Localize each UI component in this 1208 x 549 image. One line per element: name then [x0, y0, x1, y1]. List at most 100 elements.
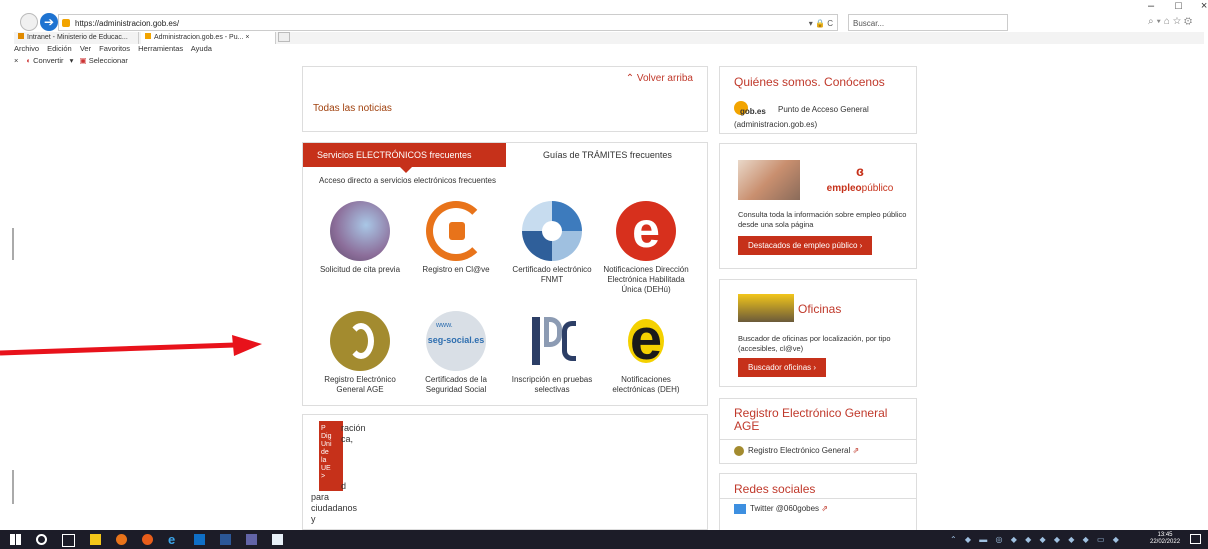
service-label: Certificado electrónico FNMT — [512, 265, 592, 284]
service-registro-age[interactable]: Registro Electrónico General AGE — [315, 311, 405, 395]
home-icon[interactable]: ⌂ — [1164, 16, 1173, 27]
twitter-label: Twitter @060gobes — [750, 504, 820, 514]
tab-servicios-electronicos[interactable]: Servicios ELECTRÓNICOS frecuentes — [303, 143, 506, 167]
all-news-link[interactable]: Todas las noticias — [313, 103, 392, 114]
word-icon[interactable] — [220, 534, 231, 545]
menu-herramientas[interactable]: Herramientas — [138, 44, 183, 53]
internet-explorer-icon[interactable]: e — [168, 533, 179, 546]
gob-es-logo: gob.es — [734, 101, 766, 119]
window-controls: – □ × — [1148, 0, 1207, 12]
firefox-icon[interactable] — [142, 534, 153, 545]
tab-label: Guías de TRÁMITES frecuentes — [543, 150, 672, 160]
clock[interactable]: 13:45 22/02/2022 — [1150, 532, 1180, 546]
news-card: ⌃ Volver arriba Todas las noticias — [302, 66, 708, 132]
new-tab-button[interactable] — [277, 32, 290, 43]
tab-favicon-icon — [144, 33, 151, 39]
menu-ayuda[interactable]: Ayuda — [191, 44, 212, 53]
search-icon[interactable] — [36, 534, 47, 545]
tab-guias-tramites[interactable]: Guías de TRÁMITES frecuentes — [506, 143, 709, 167]
twitter-link[interactable]: Twitter @060gobes ⇗ — [734, 504, 828, 514]
twitter-icon — [734, 504, 746, 514]
task-view-icon[interactable] — [62, 534, 75, 547]
promo-text-line: y — [311, 514, 316, 524]
service-deh[interactable]: e Notificaciones electrónicas (DEH) — [601, 311, 691, 395]
about-title[interactable]: Quiénes somos. Conócenos — [734, 75, 885, 89]
service-dehu[interactable]: e Notificaciones Dirección Electrónica H… — [601, 201, 691, 295]
teams-icon[interactable] — [246, 534, 257, 545]
search-placeholder: Buscar... — [853, 19, 885, 28]
registro-title[interactable]: Registro Electrónico General AGE — [734, 407, 914, 433]
service-label: Notificaciones electrónicas (DEH) — [612, 375, 680, 394]
oficinas-title[interactable]: Oficinas — [798, 302, 841, 316]
system-tray: ⌃ ◆ ▬ ◎ ◆ ◆ ◆ ◆ ◆ ◆ ▭ ◆ — [950, 535, 1122, 544]
registro-card: Registro Electrónico General AGE Registr… — [719, 398, 917, 464]
windows-start-icon[interactable] — [10, 534, 21, 545]
empleo-photo — [738, 160, 800, 200]
promo-text: ración ca, d para ciudadanos y — [311, 423, 391, 525]
registro-link[interactable]: Registro Electrónico General ⇗ — [734, 446, 859, 456]
file-explorer-icon[interactable] — [90, 534, 101, 545]
command-bar: × ◐ Convertir ▾ ▣ Seleccionar — [14, 56, 128, 65]
menu-edicion[interactable]: Edición — [47, 44, 72, 53]
tab-administracion[interactable]: Administracion.gob.es - Pu... × — [140, 32, 276, 44]
empleo-logo-text2: público — [861, 183, 894, 194]
close-toolbar-button[interactable]: × — [14, 56, 18, 65]
app-icon[interactable] — [116, 534, 127, 545]
oficinas-button[interactable]: Buscador oficinas › — [738, 358, 827, 377]
star-icon[interactable]: ☆ — [1173, 16, 1184, 27]
fnmt-icon — [522, 201, 582, 261]
empleo-logo-icon: ɞ — [856, 163, 864, 179]
convert-button[interactable]: Convertir — [33, 56, 63, 65]
search-input[interactable]: Buscar... — [848, 14, 1008, 31]
oficinas-button-label: Buscador oficinas — [748, 363, 812, 372]
empleo-button[interactable]: Destacados de empleo público › — [738, 236, 873, 255]
outlook-icon[interactable] — [194, 534, 205, 545]
red-arrow-annotation — [0, 335, 262, 356]
tab-intranet[interactable]: Intranet - Ministerio de Educac... — [14, 32, 139, 44]
minimize-button[interactable]: – — [1148, 0, 1154, 12]
back-to-top-label: Volver arriba — [636, 73, 693, 84]
forward-button[interactable]: ➔ — [40, 13, 58, 31]
about-line1[interactable]: Punto de Acceso General — [778, 105, 869, 114]
tab-label: Administracion.gob.es - Pu... × — [153, 34, 250, 41]
menu-archivo[interactable]: Archivo — [14, 44, 39, 53]
service-pruebas-selectivas[interactable]: Inscripción en pruebas selectivas — [507, 311, 597, 395]
oficinas-description: Buscador de oficinas por localización, p… — [738, 334, 891, 353]
ips-icon — [522, 311, 582, 371]
close-window-button[interactable]: × — [1201, 0, 1207, 12]
site-favicon-icon — [62, 19, 70, 27]
redes-title: Redes sociales — [734, 482, 816, 496]
service-cita-previa[interactable]: Solicitud de cita previa — [315, 201, 405, 275]
back-to-top-link[interactable]: ⌃ Volver arriba — [626, 73, 693, 84]
settings-icon[interactable]: ⚙ — [1184, 16, 1195, 27]
dehu-icon: e — [616, 201, 676, 261]
notification-icon[interactable] — [1190, 534, 1201, 544]
chevron-down-icon[interactable]: ▾ — [70, 56, 74, 65]
back-button[interactable] — [20, 13, 38, 31]
empleo-logo-text: empleo — [826, 183, 862, 194]
tab-label: Intranet - Ministerio de Educac... — [27, 34, 128, 41]
menu-favoritos[interactable]: Favoritos — [99, 44, 130, 53]
address-bar[interactable]: https://administracion.gob.es/ ▾ 🔒 C — [58, 14, 838, 31]
select-button[interactable]: Seleccionar — [89, 56, 128, 65]
clock-time: 13:45 — [1157, 532, 1173, 538]
seg-social-logo-text: seg-social.es — [427, 335, 485, 345]
address-bar-tools[interactable]: ▾ 🔒 C — [809, 15, 833, 32]
empleo-card: ɞ empleopúblico Consulta toda la informa… — [719, 143, 917, 269]
maximize-button[interactable]: □ — [1175, 0, 1182, 12]
promo-text-line: d — [341, 481, 347, 491]
about-line2[interactable]: (administracion.gob.es) — [734, 120, 817, 129]
service-clave[interactable]: Registro en Cl@ve — [411, 201, 501, 275]
tab-bar: Intranet - Ministerio de Educac... Admin… — [14, 32, 1204, 44]
promo-text-line: ca, — [341, 434, 354, 444]
service-seguridad-social[interactable]: www. seg-social.es Certificados de la Se… — [411, 311, 501, 395]
oficinas-photo — [738, 294, 794, 322]
gob-es-logo-text: gob.es — [740, 107, 766, 116]
service-fnmt[interactable]: Certificado electrónico FNMT — [507, 201, 597, 285]
empleo-button-label: Destacados de empleo público — [748, 241, 858, 250]
tab-favicon-icon — [18, 33, 24, 39]
photos-icon[interactable] — [272, 534, 283, 545]
promo-text-line: para — [311, 492, 330, 502]
search-icon[interactable]: ⌕▾ — [1148, 16, 1164, 27]
menu-ver[interactable]: Ver — [80, 44, 91, 53]
